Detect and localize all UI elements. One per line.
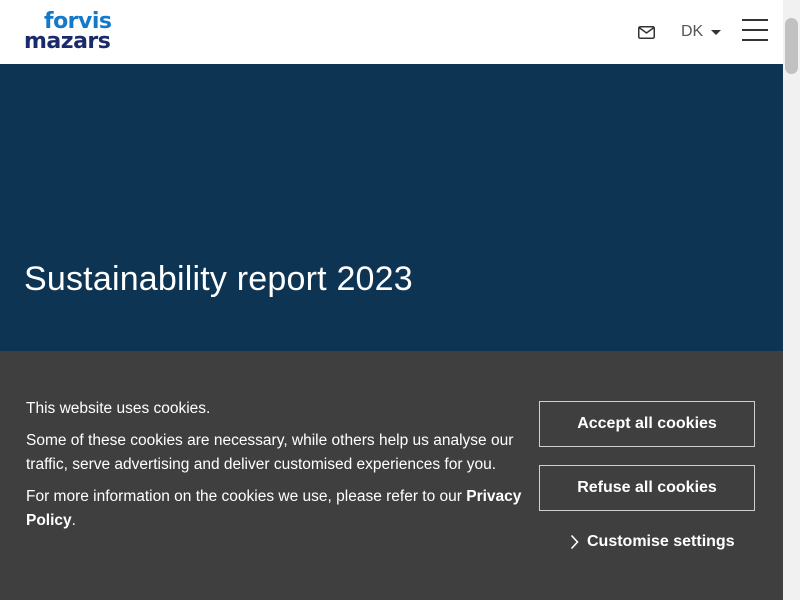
accept-all-cookies-button[interactable]: Accept all cookies — [539, 401, 755, 447]
cookie-heading: This website uses cookies. — [26, 400, 211, 417]
cookie-info: For more information on the cookies we u… — [26, 485, 526, 533]
cookie-info-prefix: For more information on the cookies we u… — [26, 488, 467, 505]
site-header: forvis mazars DK — [0, 0, 783, 64]
cookie-body: Some of these cookies are necessary, whi… — [26, 432, 514, 473]
customise-settings-link[interactable]: Customise settings — [570, 531, 735, 553]
hamburger-menu-icon[interactable] — [742, 19, 768, 41]
cookie-banner: This website uses cookies. Some of these… — [0, 351, 783, 600]
forvis-mazars-logo[interactable]: forvis mazars — [24, 11, 118, 54]
chevron-right-icon — [570, 534, 579, 550]
language-label: DK — [681, 23, 704, 40]
cookie-info-suffix: . — [71, 512, 76, 529]
page-title: Sustainability report 2023 — [24, 260, 413, 298]
logo-line-2: mazars — [24, 29, 111, 54]
caret-down-icon — [711, 29, 722, 35]
scrollbar-thumb[interactable] — [785, 18, 798, 74]
customise-settings-label: Customise settings — [587, 533, 735, 550]
refuse-all-cookies-button[interactable]: Refuse all cookies — [539, 465, 755, 511]
cookie-text: This website uses cookies. Some of these… — [26, 397, 526, 541]
hero-banner: Sustainability report 2023 — [0, 64, 783, 351]
contact-button[interactable] — [636, 22, 656, 42]
mail-icon — [637, 25, 655, 39]
language-selector[interactable]: DK — [681, 20, 722, 44]
vertical-scrollbar[interactable] — [783, 0, 800, 600]
